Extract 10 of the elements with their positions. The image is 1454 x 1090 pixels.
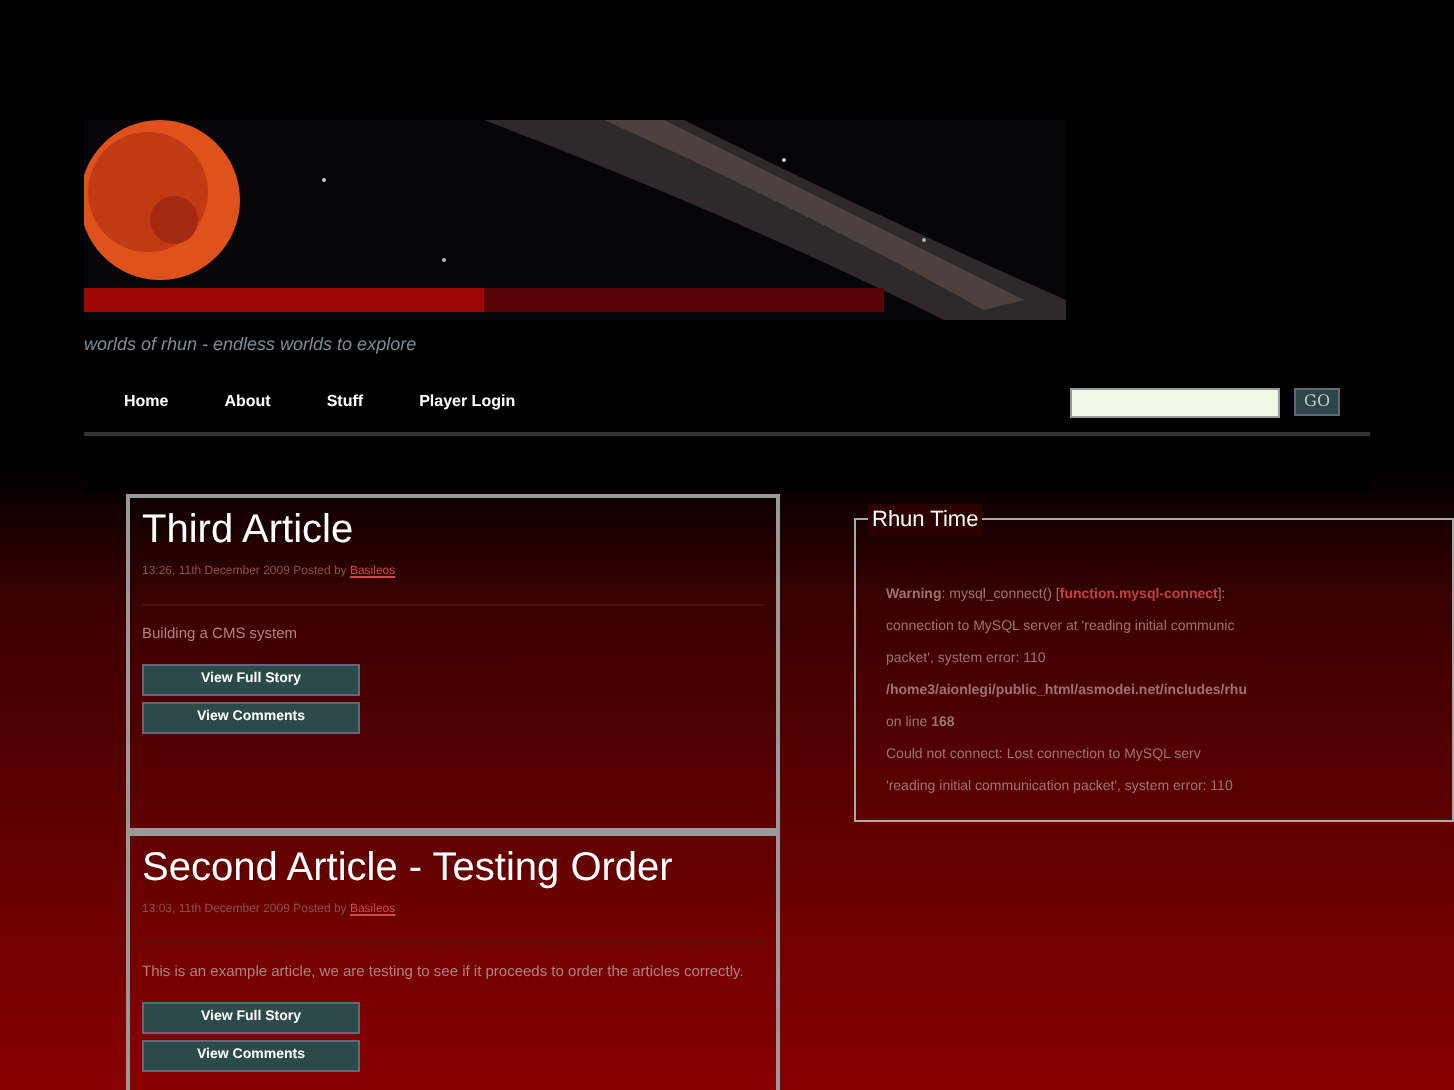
article-title: Second Article - Testing Order [142,843,675,893]
go-button[interactable]: GO [1294,388,1340,416]
article-title: Third Article [142,505,356,555]
nav-link[interactable]: Stuff [326,390,364,414]
panel-title: Rhun Time [868,503,983,536]
nav-link[interactable]: About [224,390,271,414]
nav-link[interactable]: Player Login [419,390,516,414]
nav-link[interactable]: Home [124,390,169,414]
tagline: worlds of rhun - endless worlds to explore [84,332,419,358]
search-field[interactable] [1070,387,1281,417]
